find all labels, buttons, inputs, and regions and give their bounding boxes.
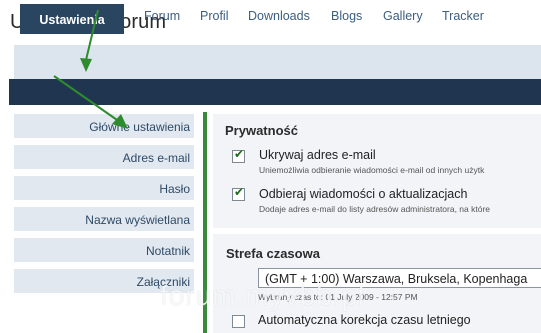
annotation-arrow-to-sidebar — [53, 75, 128, 129]
annotation-arrows — [53, 9, 128, 129]
annotation-arrow-to-tab — [80, 9, 99, 72]
